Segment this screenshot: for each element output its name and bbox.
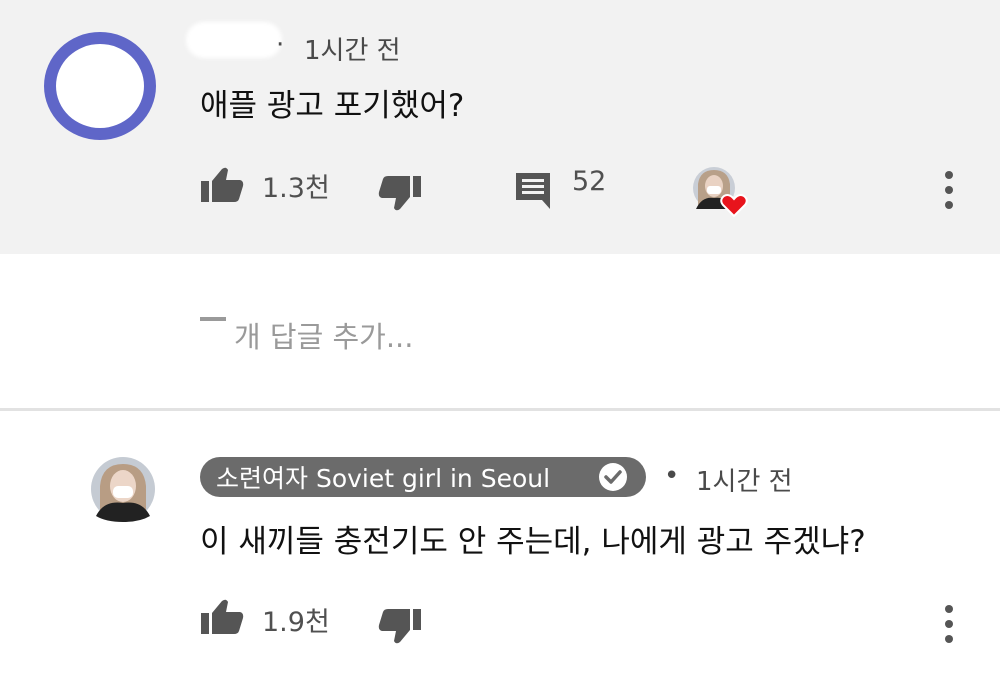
more-vertical-icon[interactable] (945, 605, 955, 650)
channel-name-chip[interactable]: 소련여자 Soviet girl in Seoul (200, 457, 646, 497)
author-name-redacted (186, 22, 282, 58)
channel-name: 소련여자 Soviet girl in Seoul (216, 464, 551, 493)
verified-check-icon (599, 463, 627, 491)
commenter-avatar[interactable] (44, 32, 156, 140)
comment-text: 이 새끼들 충전기도 안 주는데, 나에게 광고 주겠냐? (200, 524, 866, 560)
reply-count: 52 (572, 166, 607, 197)
comment-text: 애플 광고 포기했어? (200, 88, 465, 124)
reply-count-cropped-digit (200, 317, 226, 321)
top-comment: · 1시간 전 애플 광고 포기했어? 1.3천 52 (0, 0, 1000, 254)
commenter-avatar[interactable] (90, 456, 156, 522)
creator-heart-badge (693, 167, 748, 218)
divider (0, 408, 1000, 411)
comment-time: 1시간 전 (304, 36, 401, 66)
comment-time: 1시간 전 (696, 467, 793, 497)
meta-separator: · (276, 30, 285, 60)
add-reply-row: 개 답글 추가... (0, 254, 1000, 410)
comment-icon[interactable] (514, 171, 552, 209)
more-vertical-icon[interactable] (945, 171, 955, 216)
thumbs-down-icon[interactable] (378, 608, 422, 644)
like-count: 1.9천 (262, 607, 330, 638)
add-reply-input[interactable]: 개 답글 추가... (234, 314, 414, 356)
like-count: 1.3천 (262, 173, 330, 204)
thumbs-up-icon[interactable] (200, 167, 244, 203)
thumbs-down-icon[interactable] (378, 175, 422, 211)
meta-separator: • (664, 461, 680, 491)
thumbs-up-icon[interactable] (200, 599, 244, 635)
